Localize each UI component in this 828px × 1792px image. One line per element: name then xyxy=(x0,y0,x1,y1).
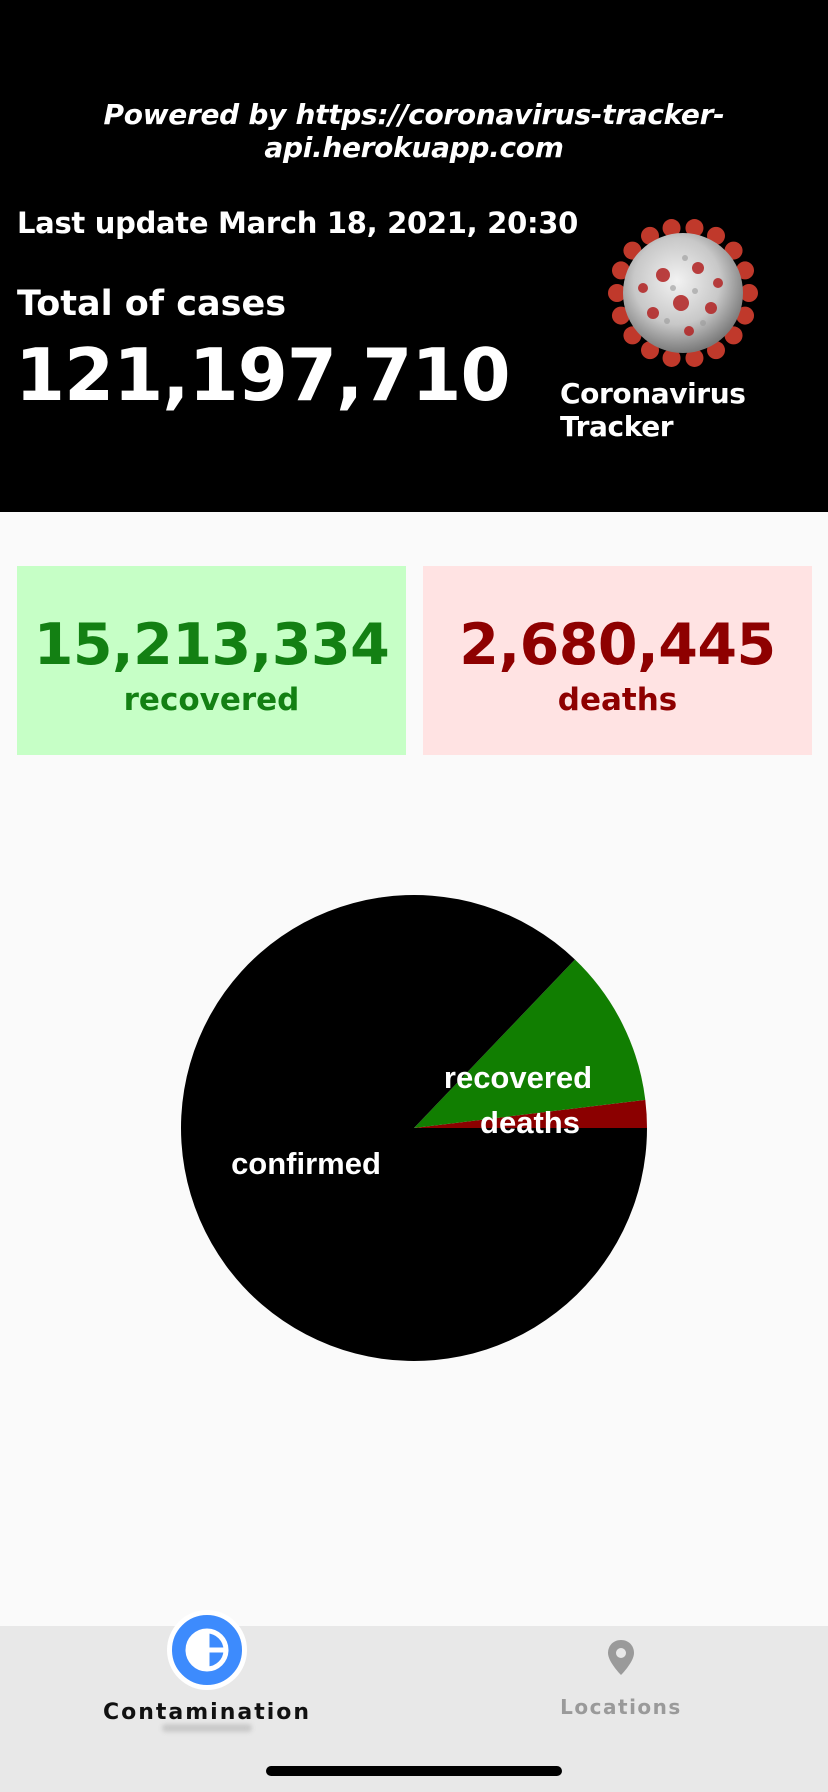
tab-locations-label: Locations xyxy=(560,1695,682,1719)
total-cases-label: Total of cases xyxy=(17,284,287,324)
tab-contamination[interactable]: Contamination xyxy=(0,1610,414,1746)
total-cases-value: 121,197,710 xyxy=(15,333,511,417)
deaths-card: 2,680,445 deaths xyxy=(423,566,812,755)
app-title: Coronavirus Tracker xyxy=(560,377,746,443)
pie-label-confirmed: confirmed xyxy=(231,1146,381,1181)
header: Powered by https://coronavirus-tracker-a… xyxy=(0,0,828,512)
location-pin-icon xyxy=(608,1640,634,1675)
recovered-value: 15,213,334 xyxy=(33,612,390,678)
tab-locations[interactable]: Locations xyxy=(414,1626,828,1746)
deaths-label: deaths xyxy=(557,682,678,718)
tab-contamination-label: Contamination xyxy=(102,1700,312,1725)
tab-active-indicator xyxy=(162,1724,252,1732)
recovered-label: recovered xyxy=(123,682,300,718)
last-update-text: Last update March 18, 2021, 20:30 xyxy=(17,206,578,240)
powered-by-text[interactable]: Powered by https://coronavirus-tracker-a… xyxy=(0,98,828,164)
coronavirus-icon xyxy=(608,219,758,367)
pie-label-deaths: deaths xyxy=(480,1105,580,1140)
deaths-value: 2,680,445 xyxy=(459,612,776,678)
pie-chart-icon xyxy=(167,1610,247,1690)
home-indicator[interactable] xyxy=(266,1766,562,1776)
pie-chart: confirmed recovered deaths xyxy=(0,880,828,1380)
recovered-card: 15,213,334 recovered xyxy=(17,566,406,755)
pie-label-recovered: recovered xyxy=(444,1060,592,1095)
